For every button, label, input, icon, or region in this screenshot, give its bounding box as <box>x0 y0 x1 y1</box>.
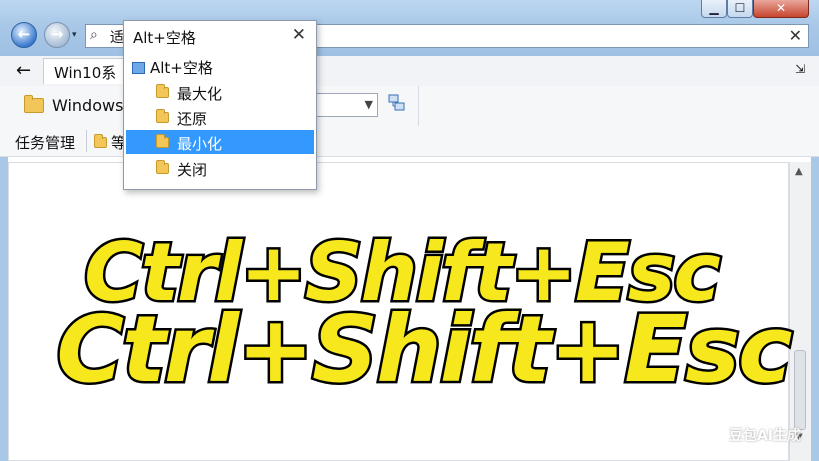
menu-item-minimize[interactable]: 最小化 <box>126 130 314 154</box>
menu-item-label: 最小化 <box>177 135 223 153</box>
bookmark-windows[interactable]: Windows <box>24 95 124 115</box>
forward-arrow-icon: → <box>50 25 64 43</box>
folder-icon <box>94 134 107 148</box>
bookmark-label: Windows <box>52 96 124 115</box>
alt-space-popup: Alt+空格 ✕ Alt+空格 最大化 还原 最小化 关闭 <box>123 20 317 190</box>
scroll-up-icon[interactable]: ▲ <box>795 166 803 177</box>
watermark: 豆包AI生成 <box>728 428 801 444</box>
close-window-button[interactable]: ✕ <box>753 0 809 18</box>
address-text: 适 <box>110 30 124 46</box>
window-icon <box>132 61 145 74</box>
popup-close-icon[interactable]: ✕ <box>292 25 306 45</box>
maximize-icon: ☐ <box>734 1 746 15</box>
menu-item-maximize[interactable]: 最大化 <box>126 80 314 104</box>
maximize-button[interactable]: ☐ <box>727 0 753 18</box>
shortcut-overlay-line2: Ctrl+Shift+Esc <box>54 294 795 406</box>
back-button[interactable]: ← <box>11 22 37 48</box>
network-icon[interactable] <box>388 94 406 112</box>
folder-icon <box>156 160 169 174</box>
task-manager-link[interactable]: 任务管理 <box>15 132 75 153</box>
tab-win10[interactable]: Win10系统 <box>43 58 127 103</box>
folder-icon <box>156 84 169 98</box>
minimize-button[interactable]: ▁ <box>701 0 727 18</box>
search-icon: ⌕ <box>90 27 98 43</box>
menu-item-label: 还原 <box>177 110 208 128</box>
menu-item-restore[interactable]: 还原 <box>126 105 314 129</box>
tab-back-icon[interactable]: ← <box>16 60 31 81</box>
tree-root-label: Alt+空格 <box>150 59 213 77</box>
task-divider <box>86 130 87 152</box>
clear-address-icon[interactable]: ✕ <box>789 26 802 45</box>
folder-icon <box>24 95 44 113</box>
folder-icon <box>156 109 169 123</box>
history-dropdown-icon[interactable]: ▾ <box>72 30 77 40</box>
toolbar-select[interactable]: ▼ <box>316 93 378 117</box>
menu-item-close[interactable]: 关闭 <box>126 156 314 180</box>
tab-menu-icon[interactable]: ⇲ <box>795 62 805 76</box>
task-folder-item[interactable]: 等 <box>94 132 126 153</box>
back-arrow-icon: ← <box>17 25 31 43</box>
forward-button[interactable]: → <box>44 22 70 48</box>
menu-item-label: 最大化 <box>177 85 223 103</box>
tree-root[interactable]: Alt+空格 <box>132 57 213 78</box>
minimize-icon: ▁ <box>709 1 719 15</box>
menu-item-label: 关闭 <box>177 161 208 179</box>
folder-icon <box>156 134 169 148</box>
popup-title: Alt+空格 <box>133 29 196 47</box>
close-icon: ✕ <box>775 1 787 15</box>
chevron-down-icon: ▼ <box>364 98 373 111</box>
